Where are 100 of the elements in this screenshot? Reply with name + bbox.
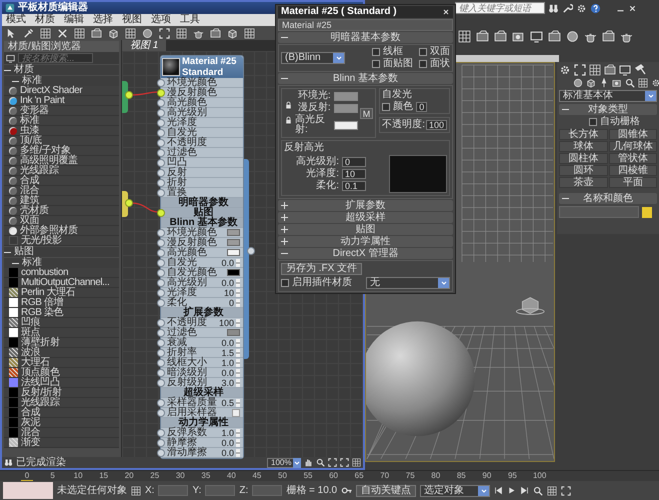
- box-icon[interactable]: [227, 28, 238, 38]
- menu-item[interactable]: 选项: [151, 15, 171, 25]
- parameter-value[interactable]: 10: [224, 288, 234, 298]
- parameter-value[interactable]: 1.0: [221, 428, 234, 438]
- value-field[interactable]: 100: [426, 120, 447, 130]
- socket-icon[interactable]: [157, 449, 165, 457]
- zoom-dropdown[interactable]: 100%: [267, 458, 301, 468]
- socket-icon[interactable]: [157, 179, 165, 187]
- gear-icon[interactable]: [576, 2, 587, 14]
- wrench-icon[interactable]: [562, 2, 573, 14]
- checkbox[interactable]: [372, 60, 380, 68]
- color-swatch[interactable]: [334, 104, 358, 112]
- socket-icon[interactable]: [157, 279, 165, 287]
- coordinate-field[interactable]: [205, 485, 236, 496]
- spinner-icon[interactable]: [236, 258, 240, 266]
- rollout-header[interactable]: 超级采样: [278, 212, 453, 223]
- menu-item[interactable]: 视图: [122, 15, 142, 25]
- menu-item[interactable]: 材质: [35, 15, 55, 25]
- color-swatch[interactable]: [227, 249, 240, 256]
- primitive-button[interactable]: 管状体: [608, 153, 657, 164]
- color-swatch[interactable]: [227, 329, 240, 336]
- primitive-button[interactable]: 几何球体: [608, 141, 657, 152]
- socket-icon[interactable]: [157, 139, 165, 147]
- grid-icon[interactable]: [74, 28, 85, 38]
- rollout-header[interactable]: 动力学属性: [278, 236, 453, 247]
- group-header[interactable]: 标准: [4, 258, 119, 268]
- browser-item[interactable]: 薄壁折射: [4, 338, 119, 348]
- frame-icon[interactable]: [561, 486, 572, 496]
- zoom-icon[interactable]: [316, 458, 325, 467]
- rollout-header[interactable]: 超级采样: [161, 388, 243, 398]
- socket-icon[interactable]: [157, 169, 165, 177]
- category-dropdown[interactable]: 标准基本体: [559, 90, 657, 102]
- key-icon[interactable]: [341, 485, 352, 496]
- browser-item[interactable]: MultiOutputChannel...: [4, 278, 119, 288]
- plus-icon[interactable]: [281, 238, 288, 245]
- browser-item[interactable]: 多维/子对象: [4, 146, 119, 156]
- socket-icon[interactable]: [157, 329, 165, 337]
- search-field[interactable]: 键入关键字或短语: [455, 2, 545, 14]
- parameter-value[interactable]: 0: [228, 298, 234, 308]
- socket-icon[interactable]: [247, 247, 255, 255]
- rollout-header[interactable]: 扩展参数: [278, 200, 453, 211]
- value-field[interactable]: 10: [342, 169, 366, 179]
- socket-icon[interactable]: [157, 369, 165, 377]
- browser-item[interactable]: 反射/折射: [4, 388, 119, 398]
- socket-icon[interactable]: [157, 89, 165, 97]
- primitive-button[interactable]: 茶壶: [559, 177, 608, 188]
- grid-icon[interactable]: [40, 28, 51, 38]
- grid-icon[interactable]: [131, 486, 141, 496]
- checkbox[interactable]: [382, 103, 390, 111]
- socket-icon[interactable]: [157, 349, 165, 357]
- browser-item[interactable]: 斑点: [4, 328, 119, 338]
- color-swatch[interactable]: [642, 206, 652, 218]
- help-icon[interactable]: [590, 2, 601, 14]
- socket-icon[interactable]: [157, 299, 165, 307]
- primitive-button[interactable]: 球体: [559, 141, 608, 152]
- minus-icon[interactable]: [562, 195, 569, 202]
- socket-icon[interactable]: [157, 189, 165, 197]
- grid-icon[interactable]: [638, 78, 648, 88]
- frame-icon[interactable]: [340, 458, 349, 467]
- group-header[interactable]: 标准: [4, 76, 119, 86]
- plus-icon[interactable]: [281, 214, 288, 221]
- autokey-button[interactable]: 自动关键点: [356, 484, 416, 496]
- checkbox[interactable]: [232, 408, 240, 416]
- browser-item[interactable]: RGB 染色: [4, 308, 119, 318]
- parameter-value[interactable]: 100: [218, 318, 234, 328]
- browser-item[interactable]: 波浪: [4, 348, 119, 358]
- primitive-button[interactable]: 长方体: [559, 129, 608, 140]
- browser-item[interactable]: Ink 'n Paint: [4, 96, 119, 106]
- frame-icon[interactable]: [328, 458, 337, 467]
- rollout-header[interactable]: DirectX 管理器: [278, 248, 453, 259]
- browser-item[interactable]: 顶点颜色: [4, 368, 119, 378]
- minus-icon[interactable]: [281, 75, 288, 82]
- sphere-icon[interactable]: [142, 28, 153, 38]
- socket-icon[interactable]: [157, 79, 165, 87]
- socket-icon[interactable]: [157, 429, 165, 437]
- zoom-icon[interactable]: [533, 486, 544, 496]
- rollout-header[interactable]: 名称和颜色: [559, 193, 657, 204]
- monitor-icon[interactable]: [619, 64, 631, 76]
- primitive-button[interactable]: 圆锥体: [608, 129, 657, 140]
- sphere-icon[interactable]: [566, 30, 579, 43]
- group-header[interactable]: 贴图: [4, 247, 119, 257]
- browser-item[interactable]: DirectX Shader: [4, 86, 119, 96]
- selection-dropdown[interactable]: 选定对象: [420, 484, 490, 496]
- browser-item[interactable]: 变形器: [4, 106, 119, 116]
- menu-item[interactable]: 工具: [180, 15, 200, 25]
- name-field[interactable]: [559, 206, 639, 218]
- socket-icon[interactable]: [157, 209, 165, 217]
- browser-item[interactable]: 渐变: [4, 438, 119, 448]
- grid-icon[interactable]: [125, 28, 136, 38]
- color-swatch[interactable]: [227, 269, 240, 276]
- socket-icon[interactable]: [157, 439, 165, 447]
- parameter-value[interactable]: 0.0: [221, 448, 234, 458]
- browser-item[interactable]: 高级照明覆盖: [4, 156, 119, 166]
- parameter-value[interactable]: 0.0: [221, 258, 234, 268]
- socket-icon[interactable]: [157, 379, 165, 387]
- menu-item[interactable]: 模式: [6, 15, 26, 25]
- socket-icon[interactable]: [157, 159, 165, 167]
- partial-node[interactable]: [122, 81, 128, 113]
- parameter-value[interactable]: 0.0: [221, 338, 234, 348]
- close-icon[interactable]: [628, 4, 637, 12]
